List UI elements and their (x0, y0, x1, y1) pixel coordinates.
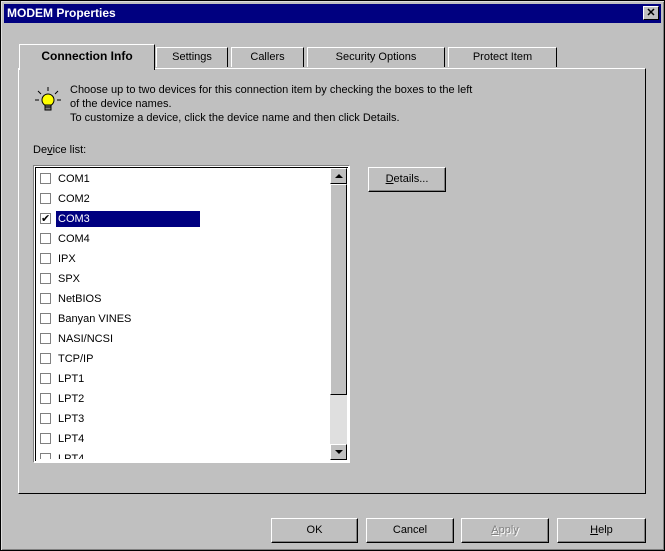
device-label[interactable]: LPT1 (56, 371, 86, 387)
device-checkbox[interactable] (40, 193, 51, 204)
device-checkbox[interactable] (40, 173, 51, 184)
lightbulb-icon (35, 87, 61, 111)
arrow-up-icon (335, 174, 343, 178)
tab-security-options[interactable]: Security Options (307, 47, 445, 67)
scroll-up-button[interactable] (330, 168, 347, 184)
list-item[interactable]: NetBIOS (38, 291, 328, 311)
device-label[interactable]: COM4 (56, 231, 92, 247)
device-checkbox[interactable] (40, 353, 51, 364)
device-checkbox[interactable] (40, 213, 51, 224)
ok-button[interactable]: OK (271, 518, 358, 543)
device-label[interactable]: LPT4 (56, 451, 86, 459)
device-listbox[interactable]: COM1 COM2 COM3 COM4 IPX SPX NetBIOS Bany… (33, 165, 350, 463)
list-item[interactable]: SPX (38, 271, 328, 291)
device-checkbox[interactable] (40, 373, 51, 384)
list-item[interactable]: LPT2 (38, 391, 328, 411)
device-label[interactable]: COM3 (55, 210, 201, 228)
device-checkbox[interactable] (40, 233, 51, 244)
device-checkbox[interactable] (40, 313, 51, 324)
device-checkbox[interactable] (40, 333, 51, 344)
device-checkbox[interactable] (40, 253, 51, 264)
device-label[interactable]: TCP/IP (56, 351, 95, 367)
list-item[interactable]: COM3 (38, 210, 328, 231)
list-item[interactable]: COM2 (38, 191, 328, 211)
device-label[interactable]: LPT3 (56, 411, 86, 427)
list-item[interactable]: Banyan VINES (38, 311, 328, 331)
device-label[interactable]: COM1 (56, 171, 92, 187)
tab-protect-item[interactable]: Protect Item (448, 47, 557, 67)
tab-settings[interactable]: Settings (156, 47, 228, 67)
device-checkbox[interactable] (40, 453, 51, 459)
help-button[interactable]: Help (557, 518, 646, 543)
device-checkbox[interactable] (40, 293, 51, 304)
device-checkbox[interactable] (40, 433, 51, 444)
device-list-label: Device list: (33, 144, 87, 156)
device-label[interactable]: NASI/NCSI (56, 331, 115, 347)
details-button[interactable]: Details... (368, 167, 446, 192)
tab-strip: Connection Info Settings Callers Securit… (19, 44, 619, 70)
device-checkbox[interactable] (40, 393, 51, 404)
title-bar[interactable]: MODEM Properties ✕ (4, 4, 661, 23)
device-label[interactable]: Banyan VINES (56, 311, 133, 327)
device-label[interactable]: COM2 (56, 191, 92, 207)
close-icon: ✕ (646, 7, 656, 19)
device-checkbox[interactable] (40, 273, 51, 284)
list-item[interactable]: LPT3 (38, 411, 328, 431)
window-title: MODEM Properties (7, 6, 116, 20)
instructions-text: Choose up to two devices for this connec… (70, 83, 590, 125)
list-item[interactable]: IPX (38, 251, 328, 271)
instructions-line-3: To customize a device, click the device … (70, 112, 400, 124)
close-button[interactable]: ✕ (643, 6, 659, 20)
list-item[interactable]: LPT4 (38, 451, 328, 459)
list-item[interactable]: COM1 (38, 171, 328, 191)
vertical-scrollbar[interactable] (330, 168, 347, 460)
device-label[interactable]: SPX (56, 271, 82, 287)
device-checkbox[interactable] (40, 413, 51, 424)
tab-connection-info[interactable]: Connection Info (19, 44, 155, 70)
device-items: COM1 COM2 COM3 COM4 IPX SPX NetBIOS Bany… (38, 171, 328, 459)
apply-button[interactable]: Apply (461, 518, 549, 543)
list-item[interactable]: COM4 (38, 231, 328, 251)
cancel-button[interactable]: Cancel (366, 518, 454, 543)
list-item[interactable]: NASI/NCSI (38, 331, 328, 351)
tab-callers[interactable]: Callers (231, 47, 304, 67)
device-label[interactable]: LPT4 (56, 431, 86, 447)
instructions-line-1: Choose up to two devices for this connec… (70, 84, 473, 96)
arrow-down-icon (335, 450, 343, 454)
list-item[interactable]: LPT1 (38, 371, 328, 391)
device-label[interactable]: LPT2 (56, 391, 86, 407)
scroll-thumb[interactable] (330, 184, 347, 395)
list-item[interactable]: LPT4 (38, 431, 328, 451)
device-label[interactable]: IPX (56, 251, 78, 267)
scroll-down-button[interactable] (330, 444, 347, 460)
instructions-line-2: of the device names. (70, 98, 172, 110)
list-item[interactable]: TCP/IP (38, 351, 328, 371)
device-label[interactable]: NetBIOS (56, 291, 103, 307)
